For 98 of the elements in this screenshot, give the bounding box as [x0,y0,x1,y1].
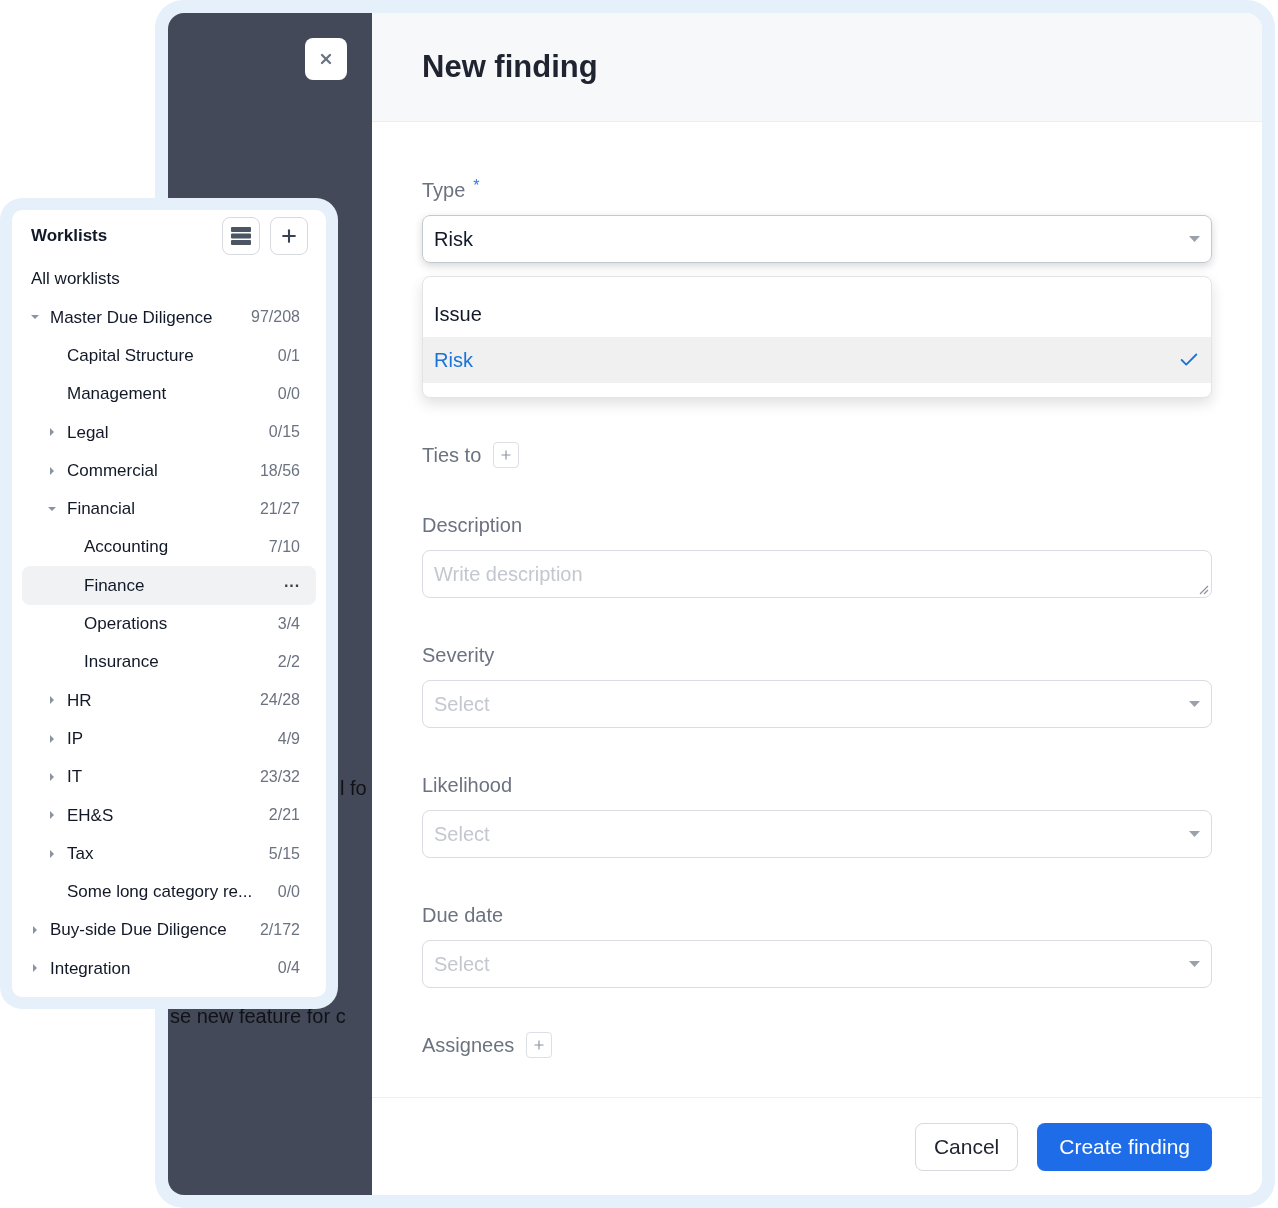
resize-handle-icon[interactable] [1197,583,1209,595]
item-count: 21/27 [259,498,300,519]
caret-icon[interactable] [48,504,56,513]
cancel-button[interactable]: Cancel [914,1122,1019,1171]
tree-item[interactable]: Accounting 7/10 [22,528,316,567]
required-mark: * [473,176,480,196]
plus-icon [279,226,299,246]
item-count: 4/9 [277,728,300,749]
tree-item-label: Tax [67,842,95,865]
tree-item-label: EH&S [67,804,115,827]
tree-item-label: Master Due Diligence [50,306,214,329]
item-count: 0/15 [268,422,300,443]
field-label: Type [422,178,466,203]
item-count: 0/0 [277,384,300,405]
item-count: 24/28 [259,690,300,711]
tree-item[interactable]: IT 23/32 [22,757,316,797]
tree-item[interactable]: IP 4/9 [22,719,316,758]
tree-item-label: Management [67,383,168,406]
add-button[interactable] [493,442,520,468]
tree-item-label: Accounting [84,536,170,559]
item-count: 2/21 [268,805,300,826]
item-count: 3/4 [277,613,300,634]
caret-icon[interactable] [48,811,56,820]
tree-item[interactable]: Insurance 2/2 [22,642,316,682]
caret-icon[interactable] [48,428,56,437]
tree-item[interactable]: HR 24/28 [22,681,316,720]
close-button[interactable] [305,38,347,80]
tree-item-label: Commercial [67,459,159,482]
item-count: 18/56 [259,460,300,481]
dropdown-caret-icon [1189,700,1200,708]
tree-item[interactable]: Buy-side Due Diligence 2/172 [22,911,316,950]
item-count: 0/1 [277,345,300,366]
item-count: 7/10 [268,537,300,558]
caret-icon[interactable] [48,773,56,781]
create-button[interactable]: Create finding [1037,1122,1212,1171]
plus-icon [532,1038,547,1052]
item-count: 2/172 [259,920,300,941]
item-count: 0/0 [277,881,300,902]
tree-item[interactable]: Management 0/0 [22,374,316,414]
tree-item[interactable]: Integration 0/4 [22,949,316,988]
caret-icon[interactable] [48,849,56,858]
list-view-button[interactable] [222,217,260,255]
tree-item-label: HR [67,689,93,712]
tree-item-label: Legal [67,421,110,444]
field-label: Description [422,513,523,538]
add-worklist-button[interactable] [270,217,308,255]
tree-item-label: Buy-side Due Diligence [50,919,228,942]
caret-icon[interactable] [31,313,39,322]
tree-item-label: Capital Structure [67,345,195,367]
tree-item[interactable]: Financial 21/27 [22,489,316,529]
plus-icon [499,448,514,462]
tree-item[interactable]: Finance ··· [22,566,316,605]
tree-item[interactable]: Capital Structure 0/1 [22,336,316,375]
tree-item-label: IP [67,727,85,750]
more-menu[interactable]: ··· [284,573,300,598]
item-count: 23/32 [259,767,300,787]
background-text: se new feature for c [170,1004,346,1029]
background-text: l fo [340,776,367,801]
tree-item-label: Integration [50,957,132,980]
caret-icon[interactable] [31,926,39,935]
item-count: 97/208 [251,307,300,328]
tree-item[interactable]: Tax 5/15 [22,834,316,873]
field-label: Ties to [422,443,482,468]
tree-item-label: Some long category re... [67,881,254,904]
dropdown-caret-icon [1189,830,1200,838]
dropdown-caret-icon [1189,960,1200,968]
select-field[interactable]: Risk [422,215,1212,263]
item-count: 2/2 [277,652,300,673]
dropdown-option[interactable]: Risk [423,337,1211,383]
all-worklists-link[interactable]: All worklists [31,266,120,292]
add-button[interactable] [526,1032,553,1058]
tree-item-label: Insurance [84,651,160,674]
field-label: Likelihood [422,773,513,798]
tree-item[interactable]: Some long category re... 0/0 [22,872,316,912]
dialog-title: New finding [422,47,598,86]
field-label: Assignees [422,1033,515,1058]
caret-icon[interactable] [48,696,56,705]
item-count: 0/4 [277,958,300,979]
tree-item-label: Operations [84,613,169,636]
tree-item[interactable]: Master Due Diligence 97/208 [22,298,316,337]
tree-item-label: IT [67,766,84,789]
list-icon [231,227,251,245]
panel-title: Worklists [31,225,109,248]
dropdown-option[interactable]: Issue [423,291,1211,337]
tree-item-label: Financial [67,498,137,521]
caret-icon[interactable] [48,734,56,743]
field-label: Due date [422,903,504,928]
tree-item[interactable]: Commercial 18/56 [22,451,316,490]
item-count: 5/15 [268,843,300,864]
tree-item[interactable]: Operations 3/4 [22,604,316,643]
tree-item[interactable]: Legal 0/15 [22,413,316,452]
close-icon [318,51,334,67]
tree-item[interactable]: EH&S 2/21 [22,796,316,835]
field-label: Severity [422,643,495,668]
caret-icon[interactable] [31,964,39,973]
tree-item-label: Finance [84,574,146,597]
caret-icon[interactable] [48,466,56,475]
dropdown-caret-icon [1189,235,1200,243]
